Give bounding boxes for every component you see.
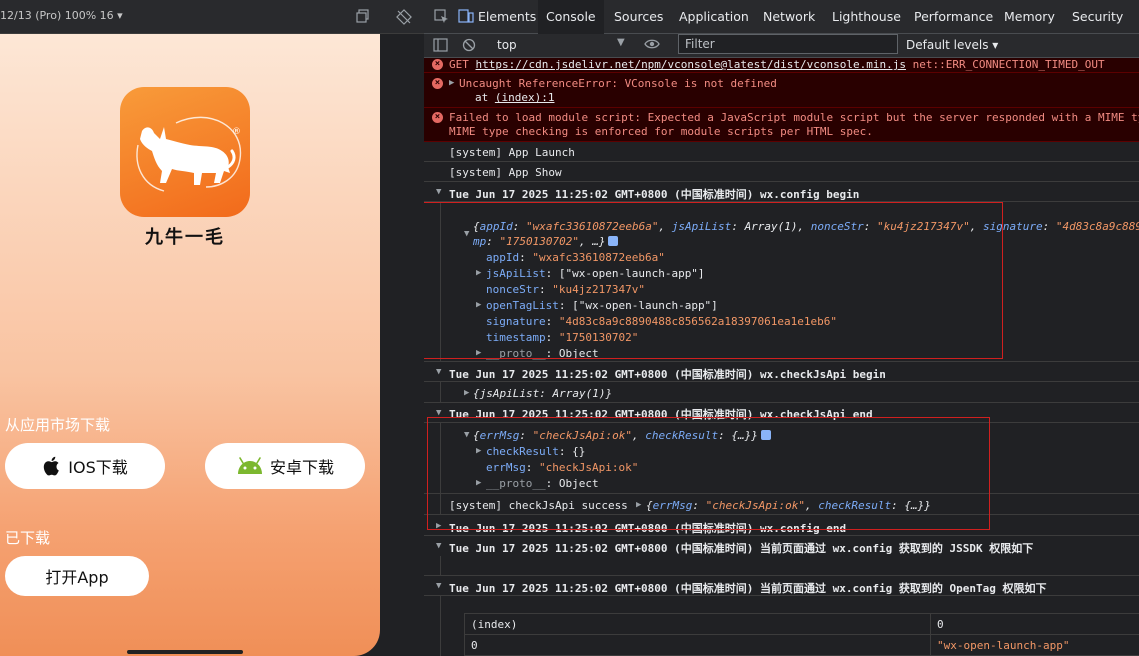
console-log-row: [system] App Launch <box>424 142 1139 162</box>
console-log: × GET https://cdn.jsdelivr.net/npm/vcons… <box>424 58 1139 656</box>
chevron-down-icon[interactable]: ▼ <box>617 37 625 48</box>
table-header-cell[interactable]: 0 <box>930 613 1139 635</box>
sidebar-toggle-icon[interactable] <box>433 38 448 56</box>
android-download-button[interactable]: 安卓下载 <box>205 443 365 489</box>
log-levels-dropdown[interactable]: Default levels ▾ <box>906 38 998 52</box>
home-indicator <box>127 650 243 654</box>
annotation-box <box>427 417 990 530</box>
downloaded-label: 已下载 <box>5 529 51 547</box>
apple-icon <box>44 456 60 476</box>
mobile-viewport: ® 九牛一毛 从应用市场下载 IOS下载 安卓下载 已下载 打开App <box>0 34 380 656</box>
error-icon: × <box>432 78 443 89</box>
error-prefix: GET <box>449 58 476 71</box>
ios-download-label: IOS下载 <box>68 458 128 477</box>
collapse-triangle-icon[interactable]: ▼ <box>436 367 446 377</box>
rotate-icon[interactable] <box>356 9 370 27</box>
collapse-triangle-icon[interactable]: ▼ <box>436 581 446 591</box>
tab-sources[interactable]: Sources <box>614 0 663 34</box>
collapse-triangle-icon[interactable]: ▼ <box>436 187 446 197</box>
context-selector[interactable]: top <box>497 38 517 52</box>
console-group-row[interactable]: ▼ Tue Jun 17 2025 11:25:02 GMT+0800 (中国标… <box>424 576 1139 596</box>
error-icon: × <box>432 112 443 123</box>
table-cell: 0 <box>464 634 931 656</box>
tab-console[interactable]: Console <box>538 0 604 34</box>
devtools-panel: Elements Console Sources Application Net… <box>424 0 1139 656</box>
error-icon: × <box>432 59 443 70</box>
group-title: Tue Jun 17 2025 11:25:02 GMT+0800 (中国标准时… <box>449 542 1034 555</box>
sensors-icon[interactable] <box>396 9 412 29</box>
group-title: Tue Jun 17 2025 11:25:02 GMT+0800 (中国标准时… <box>449 368 886 381</box>
filter-input[interactable] <box>678 34 898 54</box>
console-group-row[interactable]: ▼ Tue Jun 17 2025 11:25:02 GMT+0800 (中国标… <box>424 362 1139 382</box>
app-name: 九牛一毛 <box>145 227 225 248</box>
console-log-row: [system] App Show <box>424 162 1139 182</box>
stack-link[interactable]: (index):1 <box>495 91 555 104</box>
stack-prefix: at <box>475 91 495 104</box>
console-log-row: ▶ {jsApiList: Array(1)} <box>424 382 1139 403</box>
market-download-label: 从应用市场下载 <box>5 416 111 434</box>
table-header-cell[interactable]: (index) <box>464 613 931 635</box>
opentag-table-block: (index) 0 0 "wx-open-launch-app" <box>424 596 1139 656</box>
tab-security[interactable]: Security <box>1072 0 1123 34</box>
tab-elements[interactable]: Elements <box>478 0 536 34</box>
collapse-triangle-icon[interactable]: ▼ <box>436 541 446 551</box>
clear-console-icon[interactable] <box>462 38 476 56</box>
android-icon <box>237 457 262 474</box>
bull-logo-icon <box>136 116 242 192</box>
annotation-box <box>424 202 1003 359</box>
checkjs-arg[interactable]: {jsApiList: Array(1)} <box>473 387 612 400</box>
log-message: [system] App Show <box>449 166 562 179</box>
open-app-button[interactable]: 打开App <box>5 556 149 596</box>
ios-download-button[interactable]: IOS下载 <box>5 443 165 489</box>
console-error-row: × Failed to load module script: Expected… <box>424 108 1139 142</box>
error-message: Failed to load module script: Expected a… <box>449 111 1139 124</box>
devtools-tabbar: Elements Console Sources Application Net… <box>424 0 1139 34</box>
tab-memory[interactable]: Memory <box>1004 0 1055 34</box>
open-app-label: 打开App <box>45 568 109 587</box>
log-message: [system] App Launch <box>449 146 575 159</box>
expand-triangle-icon[interactable]: ▶ <box>449 78 459 88</box>
app-logo: ® <box>120 87 250 217</box>
console-table: (index) 0 0 "wx-open-launch-app" <box>464 613 1139 656</box>
tab-performance[interactable]: Performance <box>914 0 993 34</box>
error-message: net::ERR_CONNECTION_TIMED_OUT <box>905 58 1105 71</box>
inspect-element-icon[interactable] <box>434 9 449 28</box>
device-toolbar: 12/13 (Pro) 100% 16 ▾ <box>0 0 424 34</box>
console-error-row: × GET https://cdn.jsdelivr.net/npm/vcons… <box>424 58 1139 73</box>
table-row: 0 "wx-open-launch-app" <box>464 634 1139 656</box>
eye-icon[interactable] <box>644 37 660 55</box>
tab-lighthouse[interactable]: Lighthouse <box>832 0 901 34</box>
console-toolbar: top ▼ Default levels ▾ <box>424 34 1139 58</box>
tab-application[interactable]: Application <box>679 0 749 34</box>
registered-mark: ® <box>232 127 241 137</box>
table-cell: "wx-open-launch-app" <box>930 634 1139 656</box>
group-title: Tue Jun 17 2025 11:25:02 GMT+0800 (中国标准时… <box>449 188 860 201</box>
console-group-row[interactable]: ▼ Tue Jun 17 2025 11:25:02 GMT+0800 (中国标… <box>424 536 1139 576</box>
device-toolbar-icon[interactable] <box>458 8 474 28</box>
device-dimensions-dropdown[interactable]: 12/13 (Pro) 100% 16 ▾ <box>0 9 123 22</box>
group-title: Tue Jun 17 2025 11:25:02 GMT+0800 (中国标准时… <box>449 582 1047 595</box>
error-message-line2: MIME type checking is enforced for modul… <box>449 125 873 138</box>
error-message: Uncaught ReferenceError: VConsole is not… <box>459 77 777 90</box>
android-download-label: 安卓下载 <box>269 458 334 477</box>
console-group-row[interactable]: ▼ Tue Jun 17 2025 11:25:02 GMT+0800 (中国标… <box>424 182 1139 202</box>
tab-network[interactable]: Network <box>763 0 815 34</box>
error-url-link[interactable]: https://cdn.jsdelivr.net/npm/vconsole@la… <box>476 58 906 71</box>
device-emulator-pane: 12/13 (Pro) 100% 16 ▾ ® 九牛一毛 从应用市场下载 IOS… <box>0 0 424 656</box>
console-error-row: × ▶ Uncaught ReferenceError: VConsole is… <box>424 73 1139 108</box>
table-header-row: (index) 0 <box>464 613 1139 635</box>
